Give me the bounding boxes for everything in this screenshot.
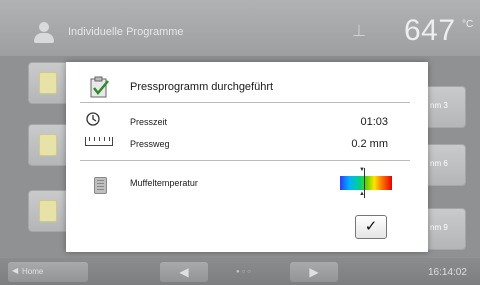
clock: 16:14:02 (428, 267, 467, 278)
press-time-value: 01:03 (360, 116, 388, 128)
page-indicator: ●○○ (236, 269, 253, 275)
press-time-label: Presszeit (130, 117, 168, 127)
ok-button[interactable]: ✓ (355, 215, 387, 239)
screen: Individuelle Programme ⊥ 647 °C nm 3 nm … (0, 0, 480, 285)
divider (80, 160, 410, 161)
temperature-unit: °C (462, 19, 474, 30)
user-icon[interactable] (32, 22, 56, 44)
prev-page-button[interactable]: ◀ (160, 262, 208, 282)
folder-icon (39, 134, 57, 156)
result-dialog: Pressprogramm durchgeführt Presszeit 01:… (66, 62, 428, 252)
folder-icon (39, 72, 57, 94)
temperature-gauge (340, 176, 392, 190)
divider (80, 102, 410, 103)
header-bar: Individuelle Programme ⊥ 647 °C (0, 0, 480, 56)
ruler-icon (85, 137, 113, 146)
page-title: Individuelle Programme (68, 26, 184, 38)
program-tile-label: nm 9 (430, 223, 448, 232)
program-tile-label: nm 6 (430, 159, 448, 168)
next-page-button[interactable]: ▶ (290, 262, 338, 282)
program-tile-label: nm 3 (430, 101, 448, 110)
press-path-label: Pressweg (130, 139, 170, 149)
chevron-left-icon: ◀ (12, 266, 19, 275)
thermometer-icon: ⊥ (352, 23, 366, 40)
press-path-value: 0.2 mm (351, 138, 388, 150)
gauge-arrow-down-icon: ▼ (359, 167, 365, 173)
arrow-left-icon: ◀ (179, 265, 189, 279)
home-button-label: Home (22, 267, 44, 276)
temperature-value: 647 (404, 14, 456, 47)
arrow-right-icon: ▶ (309, 265, 319, 279)
dialog-title: Pressprogramm durchgeführt (130, 81, 274, 93)
clock-icon (86, 112, 100, 131)
muffle-temperature-label: Muffeltemperatur (130, 178, 198, 188)
gauge-arrow-up-icon: ▲ (359, 191, 365, 197)
folder-icon (39, 200, 57, 222)
home-button[interactable]: ◀ Home (8, 262, 88, 282)
muffle-icon (94, 177, 107, 194)
checklist-icon (90, 76, 110, 98)
